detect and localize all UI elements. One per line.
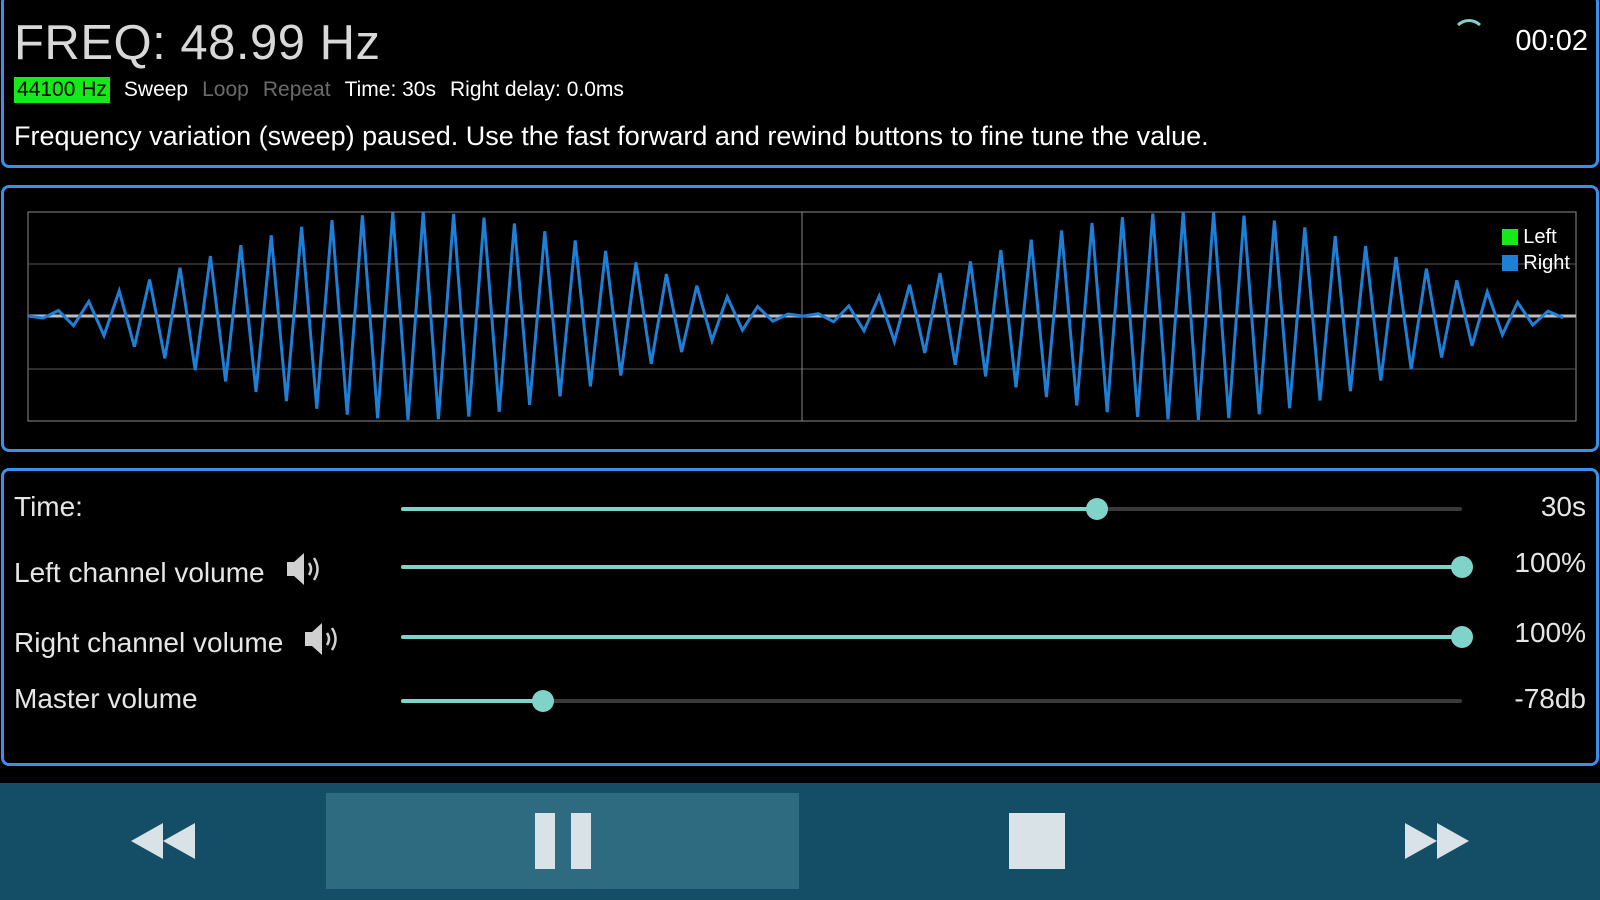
status-panel: FREQ: 48.99 Hz 00:02 44100 Hz Sweep Loop… — [1, 0, 1599, 168]
frequency-readout: FREQ: 48.99 Hz — [14, 16, 381, 70]
legend-swatch-right — [1502, 255, 1519, 271]
legend-label-left: Left — [1523, 226, 1557, 248]
right-delay-info[interactable]: Right delay: 0.0ms — [450, 78, 624, 102]
right-volume-slider-thumb[interactable] — [1451, 626, 1473, 648]
waveform-graph — [27, 211, 1577, 422]
status-row: 44100 Hz Sweep Loop Repeat Time: 30s Rig… — [14, 77, 638, 103]
time-info[interactable]: Time: 30s — [345, 78, 436, 102]
master-volume-label: Master volume — [14, 683, 198, 715]
waveform-legend: Left Right — [1502, 224, 1570, 276]
master-volume-label-text: Master volume — [14, 683, 198, 714]
left-volume-slider[interactable] — [401, 556, 1473, 578]
right-volume-label-text: Right channel volume — [14, 626, 284, 658]
right-volume-slider[interactable] — [401, 626, 1473, 648]
rewind-button[interactable] — [0, 793, 325, 889]
time-label: Time: — [14, 491, 83, 523]
legend-item-left: Left — [1502, 224, 1570, 250]
transport-bar — [0, 783, 1600, 900]
fast-forward-icon — [1405, 823, 1469, 859]
pause-button[interactable] — [326, 793, 799, 889]
master-volume-row: Master volume -78db — [4, 675, 1596, 725]
stop-icon — [1008, 813, 1065, 869]
legend-label-right: Right — [1523, 252, 1570, 274]
elapsed-timer: 00:02 — [1515, 25, 1588, 57]
right-volume-value: 100% — [1514, 617, 1586, 648]
stop-button[interactable] — [800, 793, 1273, 889]
left-volume-value: 100% — [1514, 547, 1586, 578]
right-volume-slider-fill — [401, 635, 1462, 639]
legend-item-right: Right — [1502, 250, 1570, 276]
time-value: 30s — [1540, 491, 1586, 522]
status-message: Frequency variation (sweep) paused. Use … — [14, 121, 1209, 151]
left-volume-label-text: Left channel volume — [14, 556, 265, 588]
speaker-icon[interactable] — [283, 549, 325, 596]
left-volume-slider-fill — [401, 565, 1462, 569]
fast-forward-button[interactable] — [1274, 793, 1600, 889]
rewind-icon — [130, 823, 195, 859]
pause-icon — [534, 813, 591, 869]
legend-swatch-left — [1502, 229, 1519, 245]
sample-rate-badge[interactable]: 44100 Hz — [14, 77, 110, 103]
loop-toggle[interactable]: Loop — [202, 78, 249, 102]
sweep-toggle[interactable]: Sweep — [124, 78, 188, 102]
master-volume-slider-fill — [401, 699, 544, 703]
controls-panel: Time: 30s Left channel volume 100% Right… — [1, 468, 1599, 766]
master-volume-value: -78db — [1514, 683, 1586, 714]
speaker-icon[interactable] — [301, 619, 343, 666]
master-volume-slider[interactable] — [401, 690, 1462, 712]
loading-spinner-icon — [1452, 19, 1486, 53]
right-volume-row: Right channel volume 100% — [4, 611, 1596, 661]
left-volume-label: Left channel volume — [14, 549, 325, 596]
left-volume-row: Left channel volume 100% — [4, 541, 1596, 591]
right-volume-label: Right channel volume — [14, 619, 343, 666]
time-slider[interactable] — [401, 498, 1462, 520]
time-slider-thumb[interactable] — [1086, 498, 1109, 520]
waveform-panel: Left Right — [1, 185, 1599, 452]
time-label-text: Time: — [14, 491, 83, 522]
time-slider-fill — [401, 507, 1098, 511]
time-row: Time: 30s — [4, 479, 1596, 529]
left-volume-slider-thumb[interactable] — [1451, 556, 1473, 578]
repeat-toggle[interactable]: Repeat — [263, 78, 331, 102]
master-volume-slider-thumb[interactable] — [532, 690, 555, 712]
